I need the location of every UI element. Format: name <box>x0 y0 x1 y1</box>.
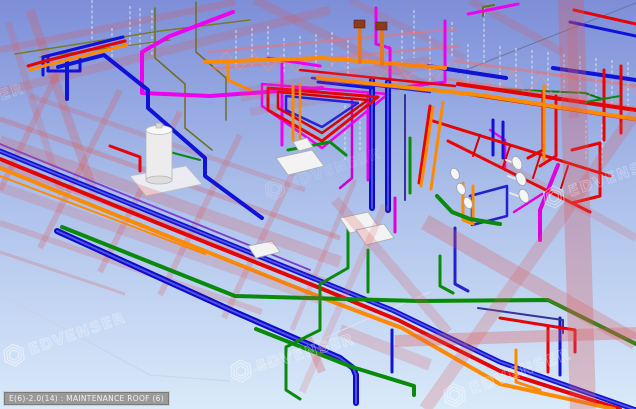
lavatory-oval <box>455 182 467 196</box>
edvenser-logo-icon <box>6 346 22 364</box>
structural-beam <box>395 333 636 341</box>
pipe-segment <box>508 176 516 179</box>
structural-beam <box>572 20 574 118</box>
pipe-segment <box>440 256 453 293</box>
tank-bottom <box>146 176 172 184</box>
view-title-label: E(6)-2.0(14) : MAINTENANCE ROOF (6) <box>3 391 170 406</box>
pipe-segment <box>510 193 518 196</box>
pipe-segment <box>228 60 250 90</box>
watermark: EDVENSER <box>0 305 129 371</box>
edvenser-logo-icon <box>9 350 19 361</box>
edge-line <box>458 3 636 73</box>
watermark-text: EDVENSER <box>26 308 128 358</box>
tank-nub <box>156 123 162 128</box>
watermark: EDVENSER <box>261 141 385 204</box>
tank-body <box>146 130 172 180</box>
edvenser-logo-icon <box>270 184 279 194</box>
pipe-segment <box>473 135 480 156</box>
model-canvas: EDVENSEREDVENSEREDVENSEREDVENSEREDVENSER… <box>0 0 636 409</box>
edvenser-logo-icon <box>236 366 245 377</box>
edvenser-logo-icon <box>446 386 463 405</box>
vent-cap <box>354 20 365 28</box>
edvenser-logo-icon <box>449 389 459 401</box>
lavatory-oval <box>449 167 461 181</box>
edvenser-logo-icon <box>233 363 248 380</box>
vent-cap <box>376 22 387 30</box>
water-heater-tank <box>146 123 172 184</box>
model-viewport[interactable]: EDVENSEREDVENSEREDVENSEREDVENSEREDVENSER… <box>0 0 636 409</box>
